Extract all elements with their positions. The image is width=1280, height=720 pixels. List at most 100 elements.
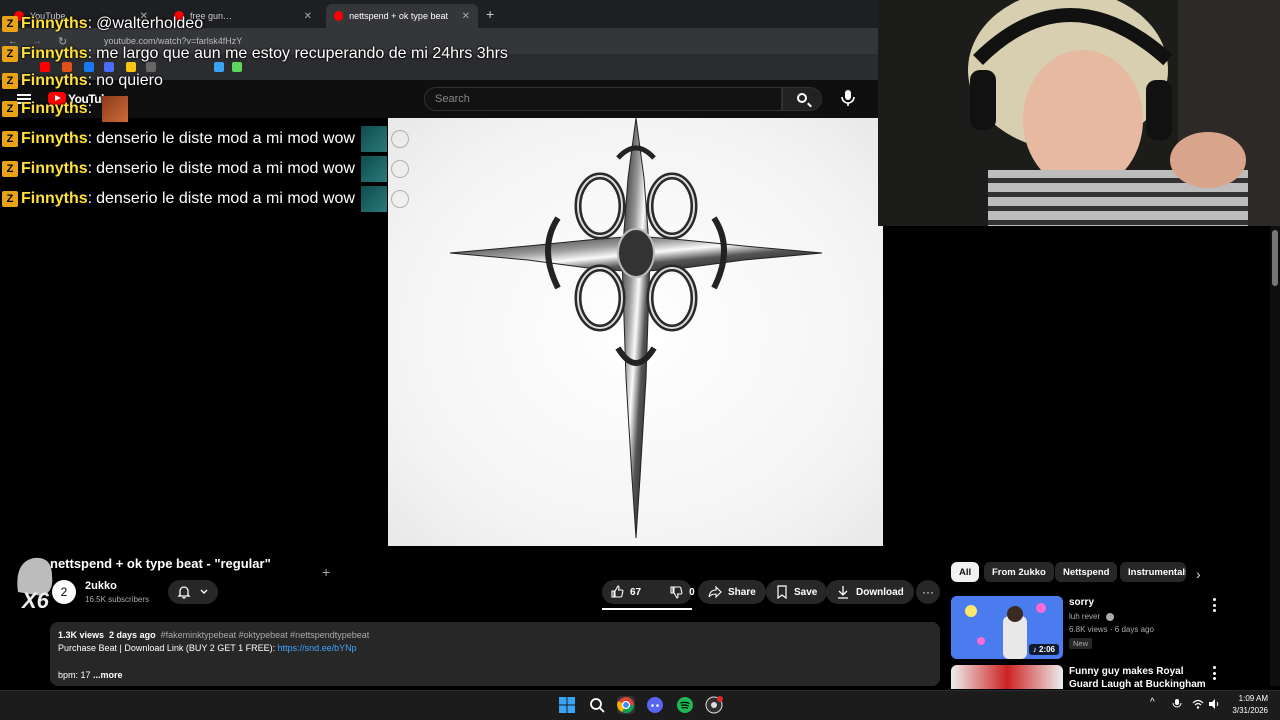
dislike-button[interactable]: 0	[661, 580, 703, 604]
chat-username: Finnyths	[21, 15, 88, 32]
clock-time[interactable]: 1:09 AM	[1236, 694, 1268, 703]
close-tab-icon[interactable]: ✕	[304, 11, 312, 22]
chat-message: Z Finnyths: me largo que aun me estoy re…	[2, 41, 508, 67]
chrome-cross-artwork	[449, 118, 823, 539]
chat-badge-icon: Z	[2, 101, 18, 117]
windows-taskbar	[0, 690, 1280, 720]
chat-badge-icon: Z	[2, 131, 18, 147]
channel-avatar[interactable]: 2	[52, 580, 76, 604]
overlay-text: X6	[22, 588, 49, 613]
chat-separator: :	[87, 72, 93, 89]
chat-emote-icon	[360, 126, 387, 152]
youtube-favicon-icon	[334, 11, 344, 21]
video-duration: ♪ 2:06	[1028, 644, 1059, 655]
purchase-link[interactable]: https://snd.ee/bYNp	[278, 643, 357, 653]
recommendation-thumbnail[interactable]	[951, 665, 1063, 689]
tray-chevron-up-icon[interactable]: ^	[1150, 697, 1155, 708]
new-badge: New	[1069, 638, 1093, 649]
description-bpm-line: bpm: 17 ...more	[58, 670, 123, 680]
scrollbar-thumb[interactable]	[1272, 230, 1278, 286]
show-more-link[interactable]: ...more	[93, 670, 123, 680]
recommendation-title[interactable]: sorry	[1069, 597, 1094, 608]
chat-emote-icon	[390, 130, 409, 148]
chat-text: no quiero	[96, 72, 163, 89]
chat-message: Z Finnyths: denserio le diste mod a mi m…	[2, 156, 409, 182]
chat-emote-icon	[390, 190, 409, 208]
spotify-icon[interactable]	[676, 696, 694, 714]
subscriber-count: 16.5K subscribers	[85, 595, 150, 604]
chat-text: denserio le diste mod a mi mod wow	[96, 190, 355, 207]
share-icon	[708, 585, 722, 599]
webcam-feed	[878, 0, 1280, 226]
wifi-icon[interactable]	[1192, 697, 1204, 715]
search-input[interactable]	[435, 93, 765, 105]
page-scrollbar[interactable]	[1270, 226, 1280, 686]
cursor-crosshair-icon: +	[322, 564, 331, 580]
download-button[interactable]: Download	[826, 580, 914, 604]
thumbs-up-icon	[611, 585, 624, 598]
chat-emote-icon	[360, 156, 387, 182]
bookmark-icon	[777, 585, 787, 599]
recommendation-menu-icon[interactable]	[1211, 666, 1217, 680]
chip-from-2ukko[interactable]: From 2ukko	[984, 562, 1054, 582]
chat-badge-icon: Z	[2, 191, 18, 207]
chip-all[interactable]: All	[951, 562, 980, 582]
search-button[interactable]	[782, 87, 822, 111]
microphone-icon[interactable]	[838, 88, 858, 108]
obs-icon[interactable]	[705, 696, 723, 714]
chat-text: @walterholdeo	[96, 15, 204, 32]
download-icon	[838, 586, 848, 599]
recommendation-menu-icon[interactable]	[1211, 598, 1217, 612]
like-count: 67	[630, 586, 642, 598]
new-tab-button[interactable]: +	[486, 6, 494, 22]
description-purchase-line: Purchase Beat | Download Link (BUY 2 GET…	[58, 643, 357, 653]
description-meta: 1.3K views 2 days ago #fakeminktypebeat …	[58, 630, 370, 640]
tab-active-video[interactable]: nettspend + ok type beat - "reg ✕	[326, 4, 478, 28]
volume-icon[interactable]	[1208, 697, 1220, 715]
share-button[interactable]: Share	[698, 580, 766, 604]
chat-separator: :	[87, 45, 93, 62]
close-tab-icon[interactable]: ✕	[462, 11, 470, 22]
windows-start-icon[interactable]	[558, 696, 576, 714]
chip-instrumentals[interactable]: Instrumentals	[1120, 562, 1186, 582]
dislike-count: 0	[689, 586, 695, 598]
chat-separator: :	[87, 190, 93, 207]
thumbs-down-icon	[670, 586, 683, 599]
description-tags[interactable]: #fakeminktypebeat #oktypebeat #nettspend…	[161, 630, 370, 640]
chrome-icon[interactable]	[617, 696, 635, 714]
recommendation-channel[interactable]: luh rever	[1069, 612, 1115, 621]
like-button[interactable]: 67	[602, 580, 649, 604]
tray-mic-icon[interactable]	[1172, 697, 1182, 715]
taskbar-search-icon[interactable]	[588, 696, 606, 714]
search-box[interactable]	[424, 87, 782, 111]
bell-icon	[177, 586, 191, 599]
chat-separator: :	[87, 130, 93, 147]
chat-message: Z Finnyths: @walterholdeo	[2, 11, 203, 37]
chip-nettspend[interactable]: Nettspend	[1055, 562, 1118, 582]
chat-badge-icon: Z	[2, 73, 18, 89]
chat-separator: :	[87, 100, 93, 117]
save-button[interactable]: Save	[766, 580, 828, 604]
chat-username: Finnyths	[21, 72, 88, 89]
discord-icon[interactable]	[646, 696, 664, 714]
like-underline	[602, 608, 692, 610]
subscribed-notifications-button[interactable]	[168, 580, 218, 604]
chat-username: Finnyths	[21, 190, 88, 207]
chat-emote-icon	[360, 186, 387, 212]
like-dislike-group: 67 0	[602, 580, 695, 604]
chat-badge-icon: Z	[2, 16, 18, 32]
clock-date[interactable]: 3/31/2026	[1224, 706, 1268, 715]
channel-name[interactable]: 2ukko	[85, 580, 117, 592]
chat-message: Z Finnyths: denserio le diste mod a mi m…	[2, 186, 409, 212]
chat-username: Finnyths	[21, 130, 88, 147]
chat-text: denserio le diste mod a mi mod wow	[96, 160, 355, 177]
recommendation-meta: 6.8K views · 6 days ago	[1069, 625, 1154, 634]
chat-badge-icon: Z	[2, 161, 18, 177]
recommendation-thumbnail[interactable]: ♪ 2:06	[951, 596, 1063, 659]
chat-text: me largo que aun me estoy recuperando de…	[96, 45, 508, 62]
more-actions-button[interactable]: ···	[916, 580, 940, 604]
chat-message: Z Finnyths: no quiero	[2, 68, 163, 94]
chat-message: Z Finnyths: denserio le diste mod a mi m…	[2, 126, 409, 152]
video-player[interactable]	[388, 118, 883, 546]
chevron-right-icon[interactable]: ›	[1196, 566, 1201, 582]
